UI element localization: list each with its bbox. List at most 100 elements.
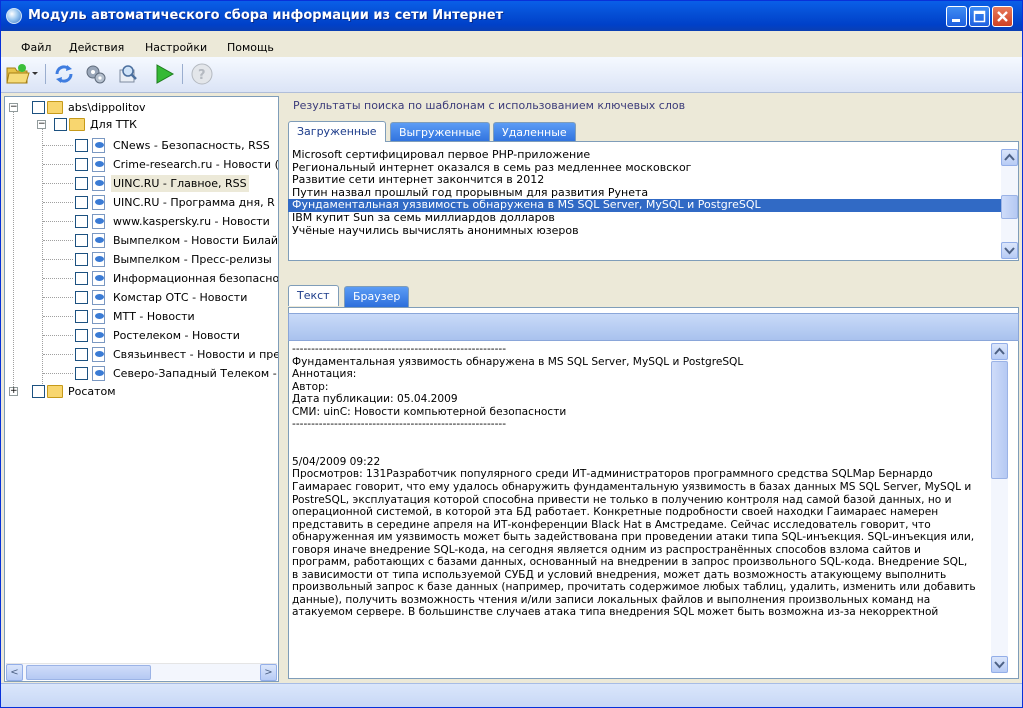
scroll-thumb[interactable] — [1001, 195, 1018, 219]
splitter[interactable] — [281, 96, 286, 682]
menu-help[interactable]: Помощь — [227, 41, 274, 54]
tree-horizontal-scrollbar[interactable]: < > — [6, 663, 277, 681]
tree-item[interactable]: UINC.RU - Программа дня, R — [5, 194, 277, 211]
tree-label: Вымпелком - Новости Билай — [113, 234, 279, 247]
tree-item[interactable]: МТТ - Новости — [5, 308, 277, 325]
tree-line — [43, 335, 73, 336]
tree-item[interactable]: Crime-research.ru - Новости (з — [5, 156, 278, 173]
tree-item[interactable]: Информационная безопасно — [5, 270, 278, 287]
article-text[interactable]: ----------------------------------------… — [290, 343, 992, 673]
divider — [288, 263, 1019, 283]
tree-item[interactable]: Связьинвест - Новости и пре — [5, 346, 278, 363]
menu-actions[interactable]: Действия — [69, 41, 124, 54]
article-line: 5/04/2009 09:22 — [292, 455, 381, 468]
tree-line — [43, 183, 73, 184]
article-line: Дата публикации: 05.04.2009 — [292, 393, 458, 406]
help-button[interactable]: ? — [190, 62, 214, 86]
checkbox[interactable] — [75, 253, 88, 266]
open-folder-button[interactable] — [5, 62, 39, 86]
refresh-button[interactable] — [52, 62, 76, 86]
checkbox[interactable] — [75, 272, 88, 285]
scroll-down-button[interactable] — [1001, 242, 1018, 259]
tree-label: Ростелеком - Новости — [113, 329, 240, 342]
article-line: Гаимараес говорит, что ему удалось обнар… — [292, 481, 972, 494]
source-tree[interactable]: − abs\dippolitov − Для ТТК CNews - Безоп… — [4, 96, 279, 682]
list-item[interactable]: Развитие сети интернет закончится в 2012 — [288, 174, 1001, 187]
checkbox[interactable] — [75, 196, 88, 209]
tree-item[interactable]: CNews - Безопасность, RSS — [5, 137, 277, 154]
collapse-icon[interactable]: − — [9, 103, 18, 112]
results-list[interactable]: Microsoft сертифицировал первое PHP-прил… — [288, 149, 1001, 261]
tree-item[interactable]: Ростелеком - Новости — [5, 327, 277, 344]
checkbox[interactable] — [75, 291, 88, 304]
tab-text[interactable]: Текст — [288, 285, 339, 306]
toolbar-separator — [182, 64, 183, 84]
tree-group[interactable]: − Для ТТК — [5, 116, 275, 133]
checkbox[interactable] — [75, 158, 88, 171]
article-line: обнаруженная им уязвимость может быть за… — [292, 531, 975, 544]
checkbox[interactable] — [75, 367, 88, 380]
title-bar[interactable]: Модуль автоматического сбора информации … — [1, 1, 1022, 31]
minimize-button[interactable] — [946, 6, 967, 27]
list-item[interactable]: Microsoft сертифицировал первое PHP-прил… — [288, 149, 1001, 162]
toolbar: ? — [1, 57, 1022, 93]
article-line: Аннотация: — [292, 368, 357, 381]
tab-unloaded[interactable]: Выгруженные — [390, 122, 491, 143]
checkbox[interactable] — [75, 329, 88, 342]
article-line — [292, 431, 992, 444]
chevron-down-icon — [1004, 247, 1015, 255]
tree-item[interactable]: www.kaspersky.ru - Новости — [5, 213, 277, 230]
checkbox[interactable] — [54, 118, 67, 131]
tree-item[interactable]: Вымпелком - Новости Билай — [5, 232, 279, 249]
rss-doc-icon — [92, 157, 105, 172]
results-label: Результаты поиска по шаблонам с использо… — [293, 99, 686, 112]
scroll-up-button[interactable] — [991, 343, 1008, 360]
checkbox[interactable] — [75, 215, 88, 228]
text-vertical-scrollbar[interactable] — [991, 343, 1008, 673]
maximize-button[interactable] — [969, 6, 990, 27]
checkbox[interactable] — [75, 310, 88, 323]
tab-loaded[interactable]: Загруженные — [288, 121, 386, 142]
scroll-thumb[interactable] — [26, 665, 151, 680]
article-line: в зависимости от типа используемой СУБД … — [292, 568, 947, 581]
help-icon: ? — [191, 63, 213, 85]
tree-item[interactable]: Вымпелком - Пресс-релизы — [5, 251, 277, 268]
list-item[interactable]: Учёные научились вычислять анонимных юзе… — [288, 224, 1001, 238]
scroll-up-button[interactable] — [1001, 149, 1018, 166]
tree-item[interactable]: Комстар ОТС - Новости — [5, 289, 277, 306]
tree-item[interactable]: Северо-Западный Телеком - — [5, 365, 277, 382]
expand-icon[interactable]: + — [9, 387, 18, 396]
window-title: Модуль автоматического сбора информации … — [28, 8, 504, 23]
checkbox[interactable] — [32, 101, 45, 114]
scroll-thumb[interactable] — [991, 361, 1008, 479]
rss-doc-icon — [92, 271, 105, 286]
list-vertical-scrollbar[interactable] — [1001, 149, 1018, 259]
article-line: программ, работающих с базами данных, ос… — [292, 556, 968, 569]
tree-item[interactable]: UINC.RU - Главное, RSS — [5, 175, 277, 192]
scroll-right-button[interactable]: > — [260, 664, 277, 681]
tab-deleted[interactable]: Удаленные — [493, 122, 576, 143]
checkbox[interactable] — [75, 348, 88, 361]
search-tool-button[interactable] — [116, 62, 140, 86]
collapse-icon[interactable]: − — [37, 120, 46, 129]
list-item[interactable]: IBM купит Sun за семь миллиардов долларо… — [288, 211, 1001, 225]
article-line: представить в середине апреля на ИТ-конф… — [292, 518, 931, 531]
menu-file[interactable]: Файл — [21, 41, 51, 54]
tree-root[interactable]: − abs\dippolitov — [5, 99, 275, 116]
text-header-bar — [288, 313, 1019, 341]
article-line: Просмотров: 131Разработчик популярного с… — [292, 468, 933, 481]
close-button[interactable] — [992, 6, 1013, 27]
rss-doc-icon — [92, 252, 105, 267]
checkbox[interactable] — [32, 385, 45, 398]
checkbox[interactable] — [75, 234, 88, 247]
tree-line — [43, 373, 73, 374]
checkbox[interactable] — [75, 177, 88, 190]
settings-button[interactable] — [84, 62, 108, 86]
tree-group[interactable]: + Росатом — [5, 383, 275, 400]
start-button[interactable] — [152, 62, 176, 86]
menu-settings[interactable]: Настройки — [145, 41, 207, 54]
scroll-down-button[interactable] — [991, 656, 1008, 673]
tab-browser[interactable]: Браузер — [344, 286, 410, 307]
scroll-left-button[interactable]: < — [6, 664, 23, 681]
checkbox[interactable] — [75, 139, 88, 152]
